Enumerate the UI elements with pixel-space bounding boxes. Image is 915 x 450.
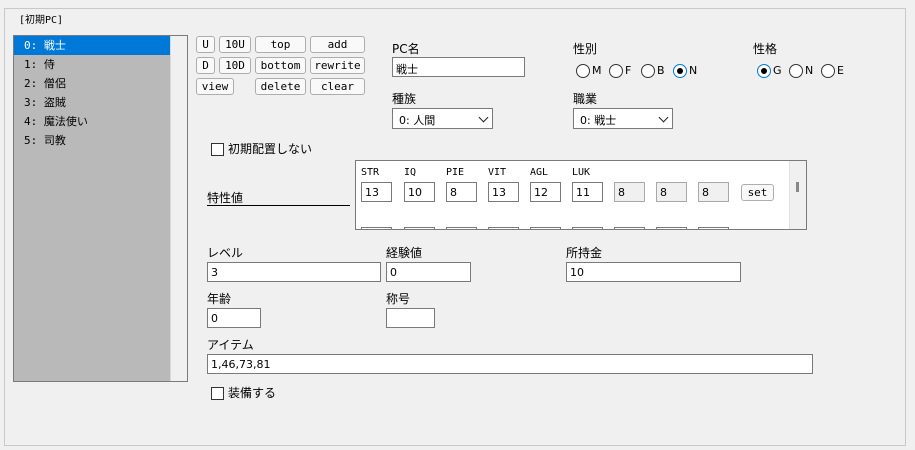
stat-row2-input[interactable] [530, 227, 561, 229]
stat-row2-input[interactable] [698, 227, 729, 229]
job-select[interactable]: 0: 戦士 [573, 108, 673, 129]
stats-label-underline [207, 205, 350, 206]
exp-input[interactable]: 0 [386, 262, 471, 282]
items-label: アイテム [207, 338, 254, 352]
stat-header-str: STR [361, 167, 380, 178]
stat-row2-input[interactable] [614, 227, 645, 229]
list-item[interactable]: 3: 盗賊 [14, 93, 187, 112]
sex-radio-n[interactable]: N [673, 64, 701, 78]
equip-label: 装備する [228, 386, 277, 400]
pc-name-label: PC名 [392, 42, 420, 56]
stat-extra-2-input: 8 [656, 182, 687, 202]
items-input[interactable]: 1,46,73,81 [207, 354, 813, 374]
rewrite-button[interactable]: rewrite [310, 57, 365, 74]
stat-pie-input[interactable]: 8 [446, 182, 477, 202]
sex-radio-m-label: M [592, 64, 602, 77]
no-initial-placement-label: 初期配置しない [228, 142, 313, 156]
stat-str-input[interactable]: 13 [361, 182, 392, 202]
add-button[interactable]: add [310, 36, 365, 53]
level-label: レベル [207, 246, 244, 260]
list-item[interactable]: 1: 侍 [14, 55, 187, 74]
stat-row2-input[interactable] [488, 227, 519, 229]
stats-scroll-thumb[interactable] [796, 182, 799, 192]
stat-iq-input[interactable]: 10 [404, 182, 435, 202]
list-scrollbar[interactable] [170, 36, 187, 381]
title-input[interactable] [386, 308, 435, 328]
list-item[interactable]: 5: 司教 [14, 131, 187, 150]
alignment-radio-n[interactable]: N [789, 64, 817, 78]
chevron-down-icon [478, 112, 489, 123]
down-button[interactable]: D [196, 57, 215, 74]
race-select[interactable]: 0: 人間 [392, 108, 493, 129]
age-label: 年齢 [207, 292, 232, 306]
gold-input[interactable]: 10 [566, 262, 741, 282]
alignment-radio-g[interactable]: G [757, 64, 785, 78]
sex-radio-b-label: B [657, 64, 665, 77]
up-button[interactable]: U [196, 36, 215, 53]
stat-row2-input[interactable] [572, 227, 603, 229]
stat-header-vit: VIT [488, 167, 507, 178]
clear-button[interactable]: clear [310, 78, 365, 95]
race-label: 種族 [392, 92, 417, 106]
stats-panel: STR IQ PIE VIT AGL LUK 13 10 8 13 12 11 … [355, 160, 807, 230]
delete-button[interactable]: delete [255, 78, 306, 95]
sex-radio-n-label: N [689, 64, 698, 77]
pc-list[interactable]: 0: 戦士 1: 侍 2: 僧侶 3: 盗賊 4: 魔法使い 5: 司教 [13, 35, 188, 382]
no-initial-placement-checkbox[interactable]: 初期配置しない [211, 142, 321, 156]
race-select-value: 0: 人間 [399, 114, 436, 127]
stat-agl-input[interactable]: 12 [530, 182, 561, 202]
age-input[interactable]: 0 [207, 308, 261, 328]
sex-radio-m[interactable]: M [576, 64, 604, 78]
sex-radio-f[interactable]: F [609, 64, 637, 78]
stat-row2-input[interactable] [656, 227, 687, 229]
alignment-radio-g-label: G [773, 64, 782, 77]
down-10-button[interactable]: 10D [219, 57, 251, 74]
stat-header-iq: IQ [404, 167, 417, 178]
pc-name-input[interactable]: 戦士 [392, 57, 525, 77]
stat-vit-input[interactable]: 13 [488, 182, 519, 202]
title-label: 称号 [386, 292, 411, 306]
view-button[interactable]: view [196, 78, 234, 95]
sex-radio-b[interactable]: B [641, 64, 669, 78]
alignment-radio-e-label: E [837, 64, 844, 77]
exp-label: 経験値 [386, 246, 423, 260]
stat-luk-input[interactable]: 11 [572, 182, 603, 202]
equip-checkbox[interactable]: 装備する [211, 386, 301, 400]
stats-scrollbar[interactable] [789, 161, 806, 229]
list-item[interactable]: 0: 戦士 [14, 36, 170, 55]
set-button[interactable]: set [741, 184, 774, 201]
sex-radio-f-label: F [625, 64, 632, 77]
stat-header-luk: LUK [572, 167, 591, 178]
top-button[interactable]: top [255, 36, 306, 53]
stat-header-pie: PIE [446, 167, 465, 178]
up-10-button[interactable]: 10U [219, 36, 251, 53]
stat-header-agl: AGL [530, 167, 549, 178]
bottom-button[interactable]: bottom [255, 57, 306, 74]
alignment-radio-e[interactable]: E [821, 64, 849, 78]
level-input[interactable]: 3 [207, 262, 381, 282]
chevron-down-icon [658, 112, 669, 123]
alignment-radio-n-label: N [805, 64, 814, 77]
list-item[interactable]: 4: 魔法使い [14, 112, 187, 131]
alignment-label: 性格 [753, 42, 778, 56]
group-title: [初期PC] [17, 11, 66, 26]
gold-label: 所持金 [566, 246, 603, 260]
job-label: 職業 [573, 92, 598, 106]
sex-label: 性別 [573, 42, 598, 56]
stats-label: 特性値 [207, 191, 244, 205]
stat-extra-1-input: 8 [614, 182, 645, 202]
stat-row2-input[interactable] [361, 227, 392, 229]
job-select-value: 0: 戦士 [580, 114, 617, 127]
list-item[interactable]: 2: 僧侶 [14, 74, 187, 93]
stat-row2-input[interactable] [404, 227, 435, 229]
stat-row2-input[interactable] [446, 227, 477, 229]
stat-extra-3-input: 8 [698, 182, 729, 202]
